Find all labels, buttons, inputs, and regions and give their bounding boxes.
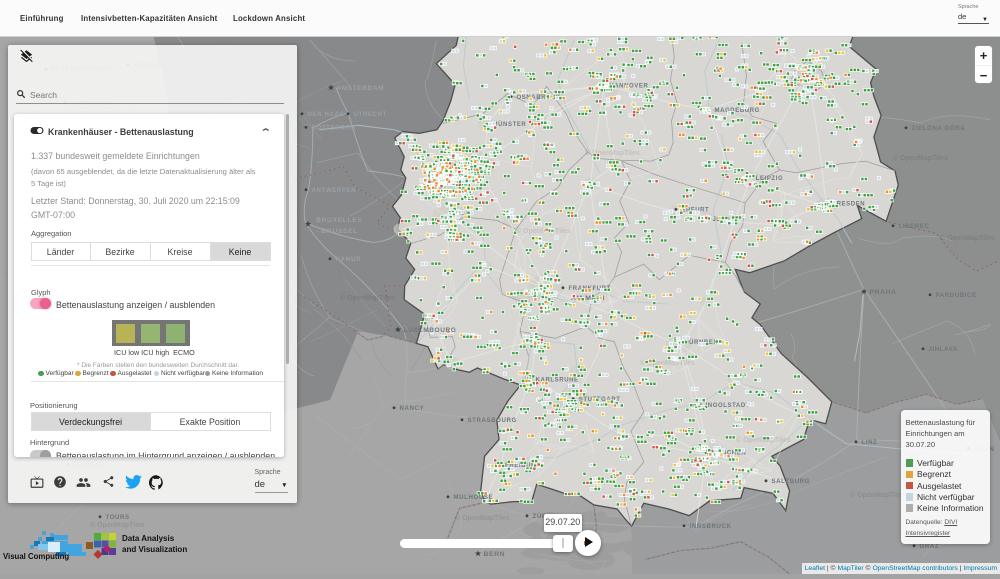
svg-text:STRASBOURG: STRASBOURG xyxy=(468,417,517,424)
svg-text:LINZ: LINZ xyxy=(862,439,878,446)
svg-text:NANCY: NANCY xyxy=(400,405,425,412)
svg-text:SALZBURG: SALZBURG xyxy=(772,478,811,485)
svg-text:MAGDEBURG: MAGDEBURG xyxy=(715,108,760,114)
svg-text:UTRECHT: UTRECHT xyxy=(354,111,387,118)
svg-text:JIHLAVA: JIHLAVA xyxy=(929,346,958,353)
svg-text:© OpenMapTiles: © OpenMapTiles xyxy=(516,227,571,235)
svg-text:LIBEREC: LIBEREC xyxy=(899,223,930,230)
svg-text:PRAHA: PRAHA xyxy=(870,289,897,296)
svg-text:TOURS: TOURS xyxy=(106,514,130,521)
svg-text:© OpenMapTiles: © OpenMapTiles xyxy=(455,514,510,522)
svg-text:INGOLSTADT: INGOLSTADT xyxy=(706,403,751,409)
svg-text:Visual Computing: Visual Computing xyxy=(3,552,69,561)
svg-text:© OpenMapTiles: © OpenMapTiles xyxy=(340,294,395,302)
svg-text:GRAZ: GRAZ xyxy=(920,543,940,550)
svg-text:Data Analysis: Data Analysis xyxy=(122,534,175,543)
svg-text:MÜNSTER: MÜNSTER xyxy=(493,121,527,128)
svg-text:BRUXELLES: BRUXELLES xyxy=(316,217,363,224)
svg-text:OSNABRÜCK: OSNABRÜCK xyxy=(517,94,561,101)
svg-text:INNSBRUCK: INNSBRUCK xyxy=(690,523,732,530)
svg-text:© OpenMapTiles: © OpenMapTiles xyxy=(850,491,905,499)
svg-text:© OpenMapTiles: © OpenMapTiles xyxy=(736,436,791,444)
svg-text:© OpenMapTiles: © OpenMapTiles xyxy=(90,521,145,529)
svg-text:AMSTERDAM: AMSTERDAM xyxy=(337,85,385,92)
svg-text:MULHOUSE: MULHOUSE xyxy=(454,494,494,501)
svg-text:© OpenMapTiles: © OpenMapTiles xyxy=(585,149,640,157)
svg-text:LEIPZIG: LEIPZIG xyxy=(756,176,784,182)
svg-text:ZIELONA GÓRA: ZIELONA GÓRA xyxy=(912,124,966,132)
svg-text:LUXEMBOURG: LUXEMBOURG xyxy=(404,327,457,334)
svg-text:© OpenMapTiles: © OpenMapTiles xyxy=(640,359,695,367)
svg-text:ANTWERPEN: ANTWERPEN xyxy=(312,187,357,194)
svg-text:and Visualization: and Visualization xyxy=(122,545,187,554)
svg-text:DEN HAAG: DEN HAAG xyxy=(308,111,345,118)
svg-text:- BRUSSEL: - BRUSSEL xyxy=(316,228,358,235)
svg-text:© OpenMapTiles: © OpenMapTiles xyxy=(893,154,948,162)
svg-text:© OpenMapTiles: © OpenMapTiles xyxy=(940,234,995,242)
svg-text:PARDUBICE: PARDUBICE xyxy=(936,292,977,299)
svg-text:NAMUR: NAMUR xyxy=(336,256,362,263)
svg-text:BERN: BERN xyxy=(484,551,506,558)
svg-text:ROTTERDAM: ROTTERDAM xyxy=(312,125,356,132)
